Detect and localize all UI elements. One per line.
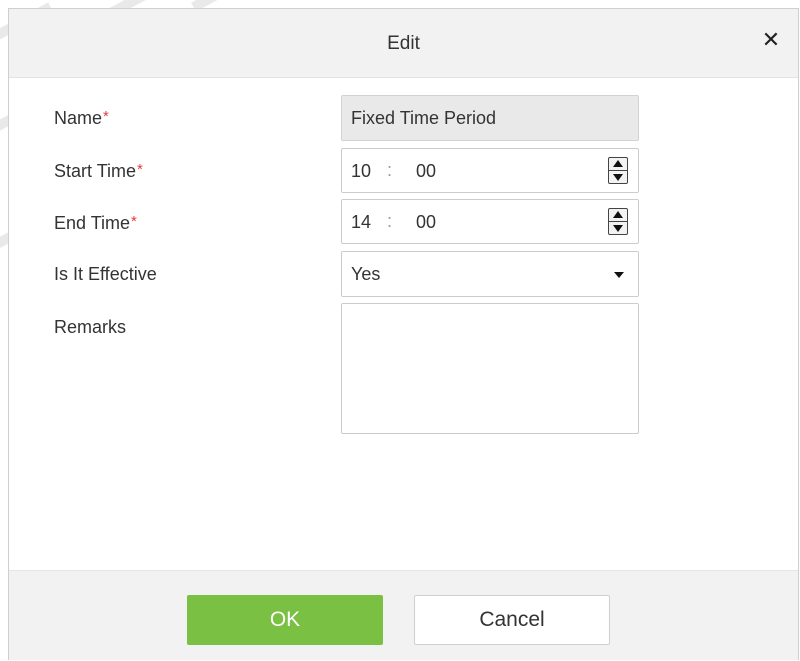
start-time-input[interactable]: 10 : 00	[341, 148, 639, 193]
end-time-spinner	[608, 208, 628, 235]
start-time-increment-button[interactable]	[609, 158, 627, 171]
remarks-label-text: Remarks	[54, 317, 127, 337]
end-hour[interactable]: 14	[351, 212, 371, 233]
edit-dialog: Edit ✕ Name* Fixed Time Period Start Tim…	[8, 8, 799, 660]
dialog-title: Edit	[387, 33, 420, 54]
end-minute[interactable]: 00	[416, 212, 436, 233]
cancel-button[interactable]: Cancel	[414, 595, 610, 645]
arrow-up-icon	[613, 160, 623, 167]
is-effective-label-text: Is It Effective	[54, 264, 157, 284]
name-field: Fixed Time Period	[341, 95, 639, 141]
name-label: Name*	[54, 108, 109, 129]
end-time-label-text: End Time	[54, 213, 131, 233]
end-time-decrement-button[interactable]	[609, 222, 627, 234]
end-time-input[interactable]: 14 : 00	[341, 199, 639, 244]
remarks-textarea[interactable]	[341, 303, 639, 434]
arrow-down-icon	[613, 225, 623, 232]
arrow-up-icon	[613, 211, 623, 218]
required-mark: *	[137, 161, 143, 178]
required-mark: *	[103, 108, 109, 125]
arrow-down-icon	[613, 174, 623, 181]
end-time-label: End Time*	[54, 213, 137, 234]
start-minute[interactable]: 00	[416, 161, 436, 182]
chevron-down-icon	[614, 272, 624, 278]
is-effective-value: Yes	[351, 264, 381, 284]
time-separator: :	[387, 211, 393, 231]
required-mark: *	[131, 213, 137, 230]
time-separator: :	[387, 160, 393, 180]
remarks-label: Remarks	[54, 317, 126, 338]
is-effective-select[interactable]: Yes	[341, 251, 639, 297]
start-time-label: Start Time*	[54, 161, 143, 182]
name-label-text: Name	[54, 108, 103, 128]
start-hour[interactable]: 10	[351, 161, 371, 182]
is-effective-label: Is It Effective	[54, 264, 157, 285]
start-time-label-text: Start Time	[54, 161, 137, 181]
dialog-footer: OK Cancel	[9, 570, 798, 660]
ok-button[interactable]: OK	[187, 595, 383, 645]
dialog-header: Edit ✕	[9, 9, 798, 78]
end-time-increment-button[interactable]	[609, 209, 627, 222]
name-value: Fixed Time Period	[351, 108, 497, 128]
close-icon[interactable]: ✕	[758, 27, 784, 53]
start-time-decrement-button[interactable]	[609, 171, 627, 183]
start-time-spinner	[608, 157, 628, 184]
